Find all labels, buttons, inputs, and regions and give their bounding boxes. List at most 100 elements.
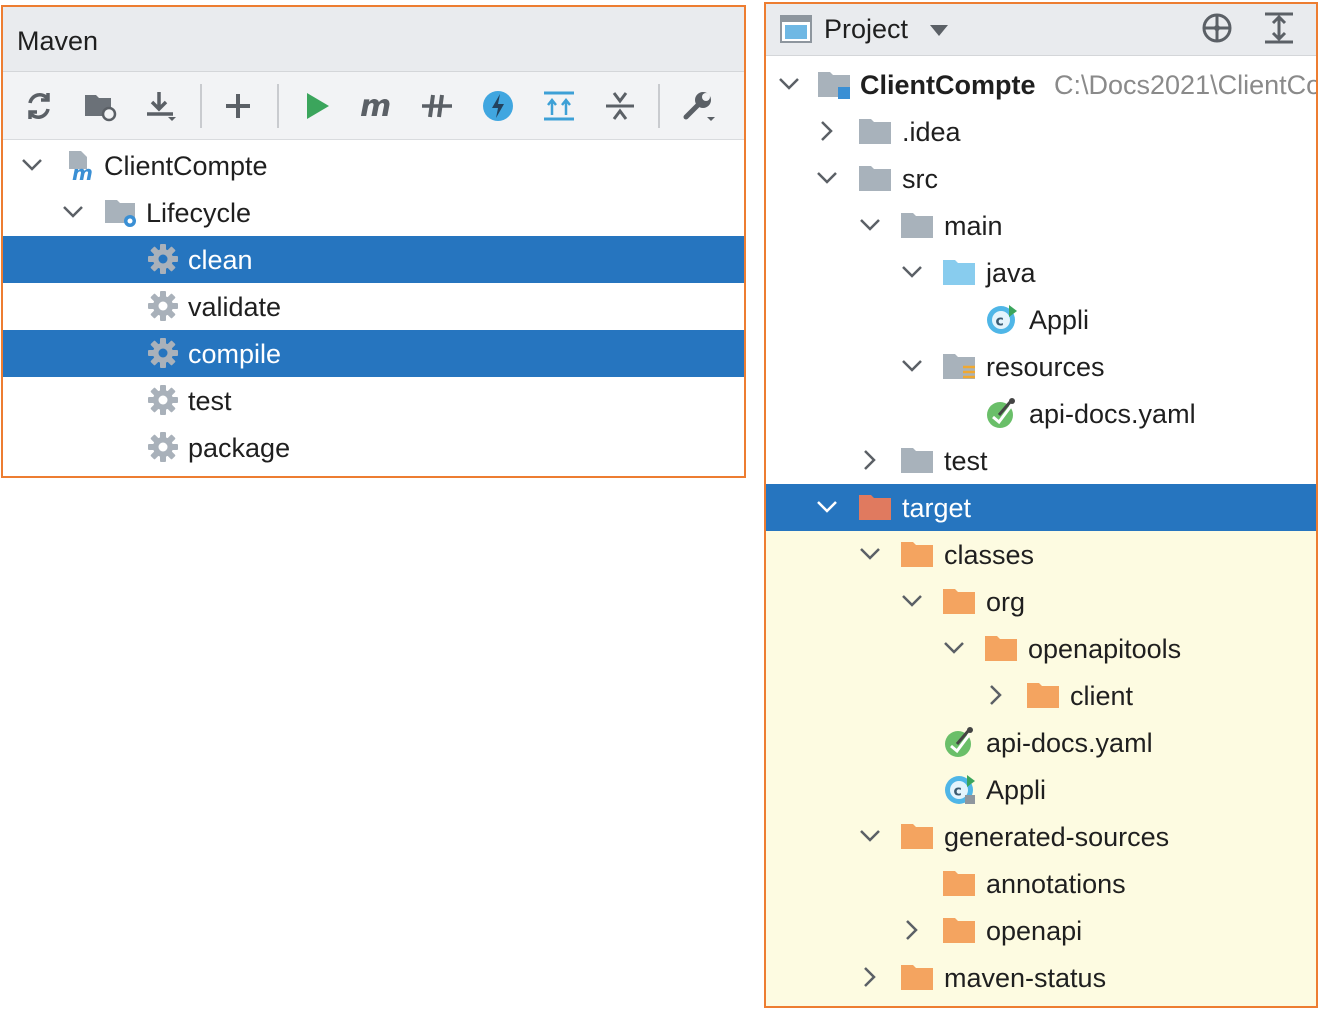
tree-node-openapitools[interactable]: openapitools (766, 625, 1316, 672)
goal-compile[interactable]: compile (3, 330, 744, 377)
tree-label: java (986, 258, 1036, 288)
root-path: C:\Docs2021\ClientCompte (1054, 70, 1316, 100)
tree-label: maven-status (944, 963, 1107, 993)
tree-node-target[interactable]: target (766, 484, 1316, 531)
folder-icon (901, 542, 933, 567)
execute-goal-icon[interactable]: m (355, 86, 395, 126)
folder-icon (901, 213, 933, 238)
svg-text:c: c (996, 314, 1004, 330)
tree-node-appli-target[interactable]: c Appli (766, 766, 1316, 813)
chevron-down-icon[interactable] (857, 212, 883, 238)
chevron-down-icon[interactable] (899, 259, 925, 285)
dropdown-arrow-icon[interactable] (928, 22, 950, 38)
tree-label: Appli (986, 775, 1047, 805)
tree-node-generated-sources[interactable]: generated-sources (766, 813, 1316, 860)
chevron-down-icon[interactable] (814, 494, 840, 520)
tree-label: Lifecycle (146, 198, 252, 228)
tree-node-annotations[interactable]: annotations (766, 860, 1316, 907)
tree-node-maven-status[interactable]: maven-status (766, 954, 1316, 1006)
chevron-down-icon[interactable] (857, 541, 883, 567)
run-icon[interactable] (296, 86, 336, 126)
generate-sources-icon[interactable] (80, 86, 120, 126)
svg-text:c: c (954, 784, 962, 800)
tree-node-client[interactable]: client (766, 672, 1316, 719)
maven-tool-window: Maven m m ClientCompte Lifecycle clean v… (1, 5, 746, 478)
tree-node-test[interactable]: test (766, 437, 1316, 484)
goal-validate[interactable]: validate (3, 283, 744, 330)
folder-icon (1027, 683, 1059, 708)
tree-node-lifecycle[interactable]: Lifecycle (3, 189, 744, 236)
folder-icon (901, 448, 933, 473)
tree-node-resources[interactable]: resources (766, 343, 1316, 390)
tree-node-root[interactable]: ClientCompte C:\Docs2021\ClientCompte (766, 61, 1316, 108)
chevron-down-icon[interactable] (60, 199, 86, 225)
root-name: ClientCompte (860, 70, 1036, 100)
folder-icon (901, 824, 933, 849)
chevron-down-icon[interactable] (814, 165, 840, 191)
reload-icon[interactable] (19, 86, 59, 126)
chevron-right-icon[interactable] (899, 917, 925, 943)
collapse-all-icon[interactable] (600, 86, 640, 126)
folder-icon (943, 871, 975, 896)
settings-wrench-icon[interactable] (679, 86, 719, 126)
toolbar-separator (277, 84, 279, 128)
maven-project-icon: m (69, 151, 93, 181)
excluded-folder-icon (859, 495, 891, 520)
download-icon[interactable] (141, 86, 181, 126)
tree-label: api-docs.yaml (1029, 399, 1196, 429)
lifecycle-folder-icon (105, 200, 136, 227)
chevron-down-icon[interactable] (776, 71, 802, 97)
goal-test[interactable]: test (3, 377, 744, 424)
tree-node-org[interactable]: org (766, 578, 1316, 625)
chevron-down-icon[interactable] (941, 635, 967, 661)
tree-node-api-docs-target[interactable]: api-docs.yaml (766, 719, 1316, 766)
svg-text:m: m (72, 161, 93, 181)
maven-header: Maven (3, 7, 744, 72)
goal-label: clean (188, 245, 253, 275)
tree-node-idea[interactable]: .idea (766, 108, 1316, 155)
resources-folder-icon (943, 354, 975, 379)
folder-icon (859, 119, 891, 144)
skip-tests-icon[interactable] (478, 86, 518, 126)
project-tool-window: Project ClientCompte C:\Docs2021\ClientC… (764, 2, 1318, 1008)
project-view-selector[interactable]: Project (824, 4, 908, 54)
locate-crosshair-icon[interactable] (1200, 11, 1234, 45)
add-icon[interactable] (218, 86, 258, 126)
java-class-locked-icon: c (945, 775, 975, 804)
chevron-down-icon[interactable] (857, 823, 883, 849)
tree-node-src[interactable]: src (766, 155, 1316, 202)
show-dependencies-icon[interactable] (539, 86, 579, 126)
expand-all-icon[interactable] (1262, 11, 1296, 45)
goal-label: test (188, 386, 232, 416)
goal-label: compile (188, 339, 282, 369)
chevron-right-icon[interactable] (857, 447, 883, 473)
chevron-right-icon[interactable] (814, 118, 840, 144)
chevron-right-icon[interactable] (857, 964, 883, 990)
module-folder-icon (818, 72, 850, 99)
tree-label: client (1070, 681, 1134, 711)
toggle-offline-icon[interactable] (417, 86, 457, 126)
tree-label: resources (986, 352, 1105, 382)
tree-label: src (902, 164, 938, 194)
gear-icon (148, 432, 178, 462)
goal-clean[interactable]: clean (3, 236, 744, 283)
gear-icon (148, 385, 178, 415)
chevron-down-icon[interactable] (19, 152, 45, 178)
goal-package[interactable]: package (3, 424, 744, 471)
folder-icon (943, 589, 975, 614)
tree-node-project[interactable]: m ClientCompte (3, 142, 744, 189)
openapi-yaml-icon (945, 727, 973, 757)
maven-tree: m ClientCompte Lifecycle clean validate … (3, 142, 744, 476)
tree-node-main[interactable]: main (766, 202, 1316, 249)
chevron-right-icon[interactable] (983, 682, 1009, 708)
tree-node-classes[interactable]: classes (766, 531, 1316, 578)
chevron-down-icon[interactable] (899, 353, 925, 379)
tree-node-java[interactable]: java (766, 249, 1316, 296)
chevron-down-icon[interactable] (899, 588, 925, 614)
tree-node-api-docs[interactable]: api-docs.yaml (766, 390, 1316, 437)
tree-label: main (944, 211, 1003, 241)
gear-icon (148, 338, 178, 368)
tree-label: openapitools (1028, 634, 1182, 664)
tree-node-openapi[interactable]: openapi (766, 907, 1316, 954)
tree-node-appli[interactable]: c Appli (766, 296, 1316, 343)
